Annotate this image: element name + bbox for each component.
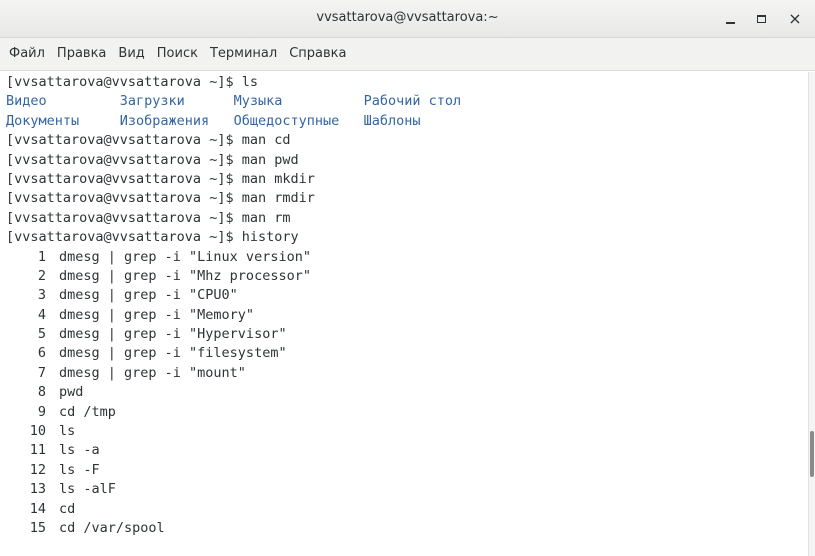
directory-name: Музыка	[233, 93, 283, 110]
history-number: 12	[29, 461, 46, 478]
ls-output-line: Документы Изображения Общедоступные Шаблоны	[6, 112, 808, 131]
history-command: ls -alF	[59, 481, 116, 498]
history-command: dmesg | grep -i "Memory"	[59, 306, 255, 323]
history-command: pwd	[59, 384, 84, 401]
history-command: ls	[59, 423, 76, 440]
history-line: 7 dmesg | grep -i "mount"	[6, 364, 808, 383]
window-title: vvsattarova@vvsattarova:~	[316, 10, 499, 25]
history-number: 11	[29, 442, 46, 459]
history-number: 2	[37, 267, 46, 284]
history-number: 10	[29, 423, 46, 440]
history-command: dmesg | grep -i "Linux version"	[59, 248, 311, 265]
title-bar[interactable]: vvsattarova@vvsattarova:~ ×	[0, 0, 815, 38]
maximize-icon	[756, 15, 766, 23]
command-text: history	[241, 229, 299, 246]
command-text: ls	[241, 74, 258, 90]
history-line: 2 dmesg | grep -i "Mhz processor"	[6, 267, 808, 286]
terminal-window: vvsattarova@vvsattarova:~ × Файл Правка …	[0, 0, 815, 556]
directory-name: Общедоступные	[233, 112, 340, 129]
shell-prompt: [vvsattarova@vvsattarova ~]$	[6, 190, 242, 207]
shell-prompt: [vvsattarova@vvsattarova ~]$	[6, 229, 242, 246]
history-command: dmesg | grep -i "mount"	[59, 364, 246, 381]
history-line: 6 dmesg | grep -i "filesystem"	[6, 344, 808, 363]
shell-prompt: [vvsattarova@vvsattarova ~]$	[6, 132, 242, 149]
history-number: 14	[29, 500, 46, 517]
history-number: 4	[37, 306, 46, 323]
menu-bar: Файл Правка Вид Поиск Терминал Справка	[0, 38, 815, 71]
history-line: 4 dmesg | grep -i "Memory"	[6, 306, 808, 325]
directory-name: Изображения	[119, 112, 210, 129]
maximize-button[interactable]	[751, 9, 771, 29]
history-number: 9	[37, 403, 46, 420]
prompt-line: [vvsattarova@vvsattarova ~]$ man mkdir	[6, 170, 808, 189]
command-text: man cd	[241, 132, 291, 149]
history-number: 6	[37, 345, 46, 362]
directory-name: Документы	[6, 112, 80, 129]
minimize-button[interactable]	[720, 9, 740, 29]
terminal-output[interactable]: [vvsattarova@vvsattarova ~]$ ls Видео Загр…	[0, 72, 808, 556]
menu-help[interactable]: Справка	[283, 43, 352, 65]
menu-file[interactable]: Файл	[3, 43, 51, 65]
shell-prompt: [vvsattarova@vvsattarova ~]$	[6, 151, 242, 168]
prompt-line: [vvsattarova@vvsattarova ~]$ man rm	[6, 209, 808, 228]
history-number: 13	[29, 481, 46, 498]
history-command: dmesg | grep -i "CPU0"	[59, 287, 238, 304]
history-line: 9 cd /tmp	[6, 403, 808, 422]
history-line: 8 pwd	[6, 383, 808, 402]
history-number: 15	[29, 519, 46, 536]
prompt-line: [vvsattarova@vvsattarova ~]$ man rmdir	[6, 189, 808, 208]
history-line: 12 ls -F	[6, 461, 808, 480]
terminal-scrollbar[interactable]	[808, 72, 815, 556]
shell-prompt: [vvsattarova@vvsattarova ~]$	[6, 74, 242, 90]
history-line: 10 ls	[6, 422, 808, 441]
command-text: man mkdir	[241, 170, 315, 187]
history-command: ls -F	[59, 461, 100, 478]
history-line: 13 ls -alF	[6, 480, 808, 499]
history-number: 1	[37, 248, 46, 265]
close-button[interactable]: ×	[785, 9, 805, 29]
history-command: dmesg | grep -i "filesystem"	[59, 345, 287, 362]
menu-search[interactable]: Поиск	[151, 43, 204, 65]
close-icon: ×	[788, 9, 802, 28]
ls-output-line: Видео Загрузки Музыка Рабочий стол	[6, 92, 808, 111]
directory-name: Загрузки	[119, 93, 185, 110]
history-line: 11 ls -a	[6, 441, 808, 460]
history-line: 1 dmesg | grep -i "Linux version"	[6, 248, 808, 267]
prompt-line: [vvsattarova@vvsattarova ~]$ man pwd	[6, 151, 808, 170]
history-command: dmesg | grep -i "Mhz processor"	[59, 267, 311, 284]
command-text: man pwd	[241, 151, 299, 168]
command-text: man rmdir	[241, 190, 315, 207]
history-number: 7	[37, 364, 46, 381]
directory-name: Видео	[6, 93, 47, 110]
scrollbar-thumb[interactable]	[810, 431, 814, 477]
history-command: dmesg | grep -i "Hypervisor"	[59, 326, 287, 343]
history-command: ls -a	[59, 442, 100, 459]
history-command: cd /tmp	[59, 403, 116, 420]
minimize-icon	[725, 22, 735, 24]
prompt-line: [vvsattarova@vvsattarova ~]$ history	[6, 228, 808, 247]
command-text: man rm	[241, 209, 291, 226]
shell-prompt: [vvsattarova@vvsattarova ~]$	[6, 170, 242, 187]
directory-name: Шаблоны	[363, 112, 421, 129]
prompt-line: [vvsattarova@vvsattarova ~]$ ls	[6, 73, 808, 92]
menu-edit[interactable]: Правка	[51, 43, 112, 65]
history-line: 3 dmesg | grep -i "CPU0"	[6, 286, 808, 305]
history-line: 14 cd	[6, 500, 808, 519]
menu-view[interactable]: Вид	[112, 43, 150, 65]
history-line: 5 dmesg | grep -i "Hypervisor"	[6, 325, 808, 344]
history-number: 5	[37, 326, 46, 343]
shell-prompt: [vvsattarova@vvsattarova ~]$	[6, 209, 242, 226]
history-command: cd	[59, 500, 76, 517]
history-number: 8	[37, 384, 46, 401]
history-number: 3	[37, 287, 46, 304]
history-line: 15 cd /var/spool	[6, 519, 808, 538]
menu-terminal[interactable]: Терминал	[204, 43, 283, 65]
history-command: cd /var/spool	[59, 519, 165, 536]
directory-name: Рабочий стол	[363, 93, 462, 110]
prompt-line: [vvsattarova@vvsattarova ~]$ man cd	[6, 131, 808, 150]
